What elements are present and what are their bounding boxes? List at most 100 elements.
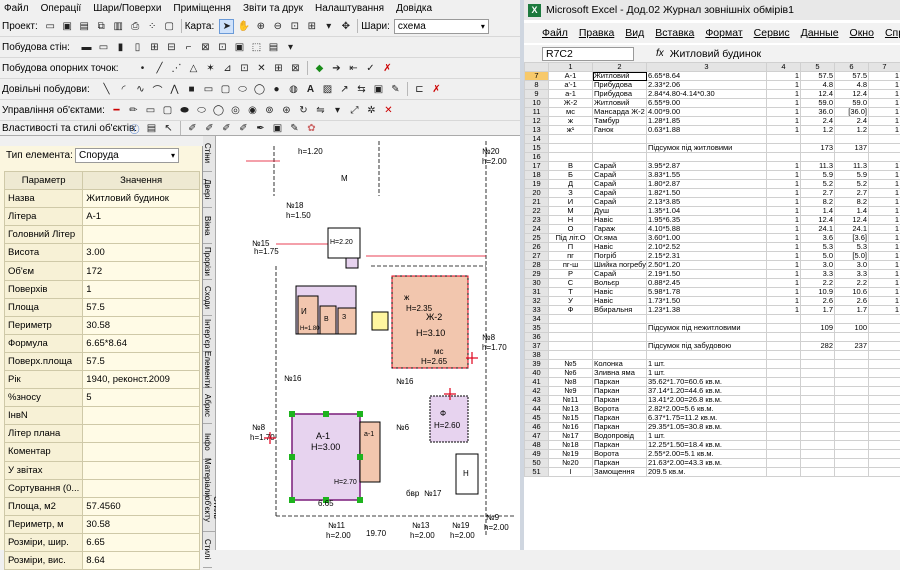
side-tab-9[interactable]: Матеріали	[203, 460, 212, 496]
sheet-cell[interactable]	[593, 315, 647, 324]
point-cross-icon[interactable]: ✕	[254, 61, 269, 76]
sheet-cell[interactable]	[869, 342, 900, 351]
name-box[interactable]: R7C2	[542, 47, 634, 61]
sheet-cell[interactable]: 12.4	[801, 216, 835, 225]
sheet-cell[interactable]	[549, 135, 593, 144]
sheet-cell[interactable]	[869, 351, 900, 360]
zoom-in-icon[interactable]: ⊕	[253, 19, 268, 34]
sheet-cell[interactable]: 1	[767, 225, 801, 234]
sheet-cell[interactable]: Сарай	[593, 180, 647, 189]
sheet-cell[interactable]	[593, 153, 647, 162]
sheet-cell[interactable]: 10.6	[835, 288, 869, 297]
row-header[interactable]: 43	[525, 396, 549, 405]
excel-menu-item-6[interactable]: Данные	[801, 27, 839, 39]
point-arrow-icon[interactable]: ➔	[329, 61, 344, 76]
sheet-cell[interactable]: 36.0	[801, 108, 835, 117]
property-value[interactable]	[83, 425, 200, 443]
point-square-icon[interactable]: ⊞	[271, 61, 286, 76]
sheet-cell[interactable]: Вольєр	[593, 279, 647, 288]
sheet-cell[interactable]: 3.0	[835, 261, 869, 270]
sheet-cell[interactable]	[801, 360, 835, 369]
sheet-cell[interactable]	[835, 396, 869, 405]
sheet-cell[interactable]: Житловий	[593, 72, 647, 81]
sheet-cell[interactable]: Б	[549, 171, 593, 180]
sheet-cell[interactable]	[835, 360, 869, 369]
property-row[interactable]: Головний Літер	[5, 226, 200, 244]
obj-oval-icon[interactable]: ⬬	[177, 103, 192, 118]
property-row[interactable]: %зносу5	[5, 389, 200, 407]
line-icon[interactable]: ╲	[99, 82, 114, 97]
property-row[interactable]: Літер плана	[5, 425, 200, 443]
property-value[interactable]: 1940, реконст.2009	[83, 371, 200, 389]
sheet-cell[interactable]: 1.7	[801, 306, 835, 315]
sheet-cell[interactable]: 59.0	[835, 99, 869, 108]
sheet-cell[interactable]	[549, 333, 593, 342]
property-value[interactable]: 8.64	[83, 551, 200, 569]
sheet-cell[interactable]	[801, 378, 835, 387]
sheet-cell[interactable]: Сарай	[593, 198, 647, 207]
sheet-cell[interactable]: Паркан	[593, 441, 647, 450]
sheet-cell[interactable]: А-1	[549, 72, 593, 81]
sheet-cell[interactable]: 6.55*9.00	[647, 99, 767, 108]
point-tri-icon[interactable]: △	[186, 61, 201, 76]
sheet-cell[interactable]: 1	[767, 72, 801, 81]
side-tab-7[interactable]: Абрис	[203, 388, 212, 424]
sheet-cell[interactable]	[801, 369, 835, 378]
sheet-cell[interactable]	[801, 153, 835, 162]
sheet-cell[interactable]: 1.95*6.35	[647, 216, 767, 225]
sheet-cell[interactable]: 3.83*1.55	[647, 171, 767, 180]
sheet-cell[interactable]: Прибудова	[593, 81, 647, 90]
sheet-cell[interactable]	[767, 378, 801, 387]
sheet-cell[interactable]: Ог.яма	[593, 234, 647, 243]
point-node-icon[interactable]: ⊠	[288, 61, 303, 76]
property-value[interactable]	[83, 479, 200, 497]
sheet-cell[interactable]: 5.2	[801, 180, 835, 189]
sheet-cell[interactable]: Т	[549, 288, 593, 297]
property-row[interactable]: Коментар	[5, 443, 200, 461]
sheet-cell[interactable]	[767, 423, 801, 432]
sheet-cell[interactable]	[835, 432, 869, 441]
sheet-cell[interactable]: 6.65*8.64	[647, 72, 767, 81]
sheet-cell[interactable]: 1	[869, 243, 900, 252]
spline-icon[interactable]: ⌒	[150, 82, 165, 97]
brush1-icon[interactable]: ✐	[185, 121, 200, 136]
excel-menu-item-2[interactable]: Вид	[625, 27, 644, 39]
sheet-cell[interactable]: 1	[869, 171, 900, 180]
sheet-cell[interactable]: 137	[835, 144, 869, 153]
menu-item-0[interactable]: Файл	[4, 3, 29, 14]
sheet-cell[interactable]: 1.2	[835, 126, 869, 135]
style-arrow-icon[interactable]: ↖	[161, 121, 176, 136]
open-icon[interactable]: ▭	[43, 19, 58, 34]
row-header[interactable]: 46	[525, 423, 549, 432]
property-row[interactable]: ЛітераА-1	[5, 208, 200, 226]
column-header[interactable]: 6	[835, 63, 869, 72]
row-header[interactable]: 24	[525, 225, 549, 234]
sheet-cell[interactable]	[801, 135, 835, 144]
sheet-cell[interactable]: 21.63*2.00=43.3 кв.м.	[647, 459, 767, 468]
point-green-icon[interactable]: ◆	[312, 61, 327, 76]
wall-thin-icon[interactable]: ▬	[79, 40, 94, 55]
row-header[interactable]: 11	[525, 108, 549, 117]
row-header[interactable]: 44	[525, 405, 549, 414]
sheet-cell[interactable]: 1.28*1.85	[647, 117, 767, 126]
point-check-icon[interactable]: ✓	[363, 61, 378, 76]
sheet-cell[interactable]	[869, 468, 900, 477]
hatch-icon[interactable]: ▨	[320, 82, 335, 97]
sheet-cell[interactable]: 5.98*1.78	[647, 288, 767, 297]
sheet-cell[interactable]: №6	[549, 369, 593, 378]
sheet-cell[interactable]: 1	[767, 279, 801, 288]
obj-star-icon[interactable]: ✲	[364, 103, 379, 118]
property-row[interactable]: Поверхів1	[5, 280, 200, 298]
sheet-cell[interactable]	[593, 342, 647, 351]
sheet-cell[interactable]: 10.9	[801, 288, 835, 297]
sheet-cell[interactable]: 57.5	[835, 72, 869, 81]
row-header[interactable]: 47	[525, 432, 549, 441]
row-header[interactable]: 25	[525, 234, 549, 243]
sheet-cell[interactable]	[593, 351, 647, 360]
sheet-cell[interactable]: №19	[549, 450, 593, 459]
wall-corner-icon[interactable]: ⌐	[181, 40, 196, 55]
sheet-cell[interactable]: 5.0	[801, 252, 835, 261]
property-value[interactable]: 57.5	[83, 298, 200, 316]
row-header[interactable]: 17	[525, 162, 549, 171]
sheet-cell[interactable]: а'-1	[549, 81, 593, 90]
